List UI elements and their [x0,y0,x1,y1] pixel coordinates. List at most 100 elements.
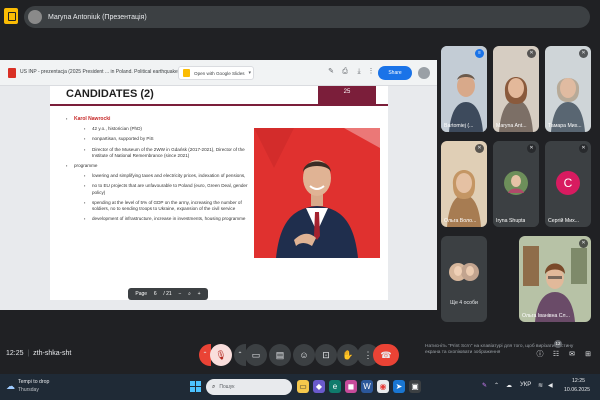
participant-tile[interactable]: ✕ Iryna Shupta [493,141,539,227]
zoom-out-icon[interactable]: − [178,291,181,297]
more-participants-tile[interactable]: Ще 4 особи [441,236,487,322]
search-icon: ⌕ [212,383,216,390]
mic-off-icon: ✕ [475,144,484,153]
speaking-icon: ≡ [475,49,484,58]
weather-title[interactable]: Tempi to drop [18,379,49,385]
participant-tile[interactable]: ✕ Ольга Іванівна Сл... [519,236,591,322]
participant-tile[interactable]: ✕ Ольга Воло... [441,141,487,227]
participant-name: Iryna Shupta [496,218,526,224]
slide-divider [50,104,388,106]
mic-off-icon: ✕ [527,49,536,58]
mic-off-icon: ✕ [579,239,588,248]
language-indicator[interactable]: УКР [520,382,531,388]
emoji-icon: ☺ [299,350,309,360]
pen-icon[interactable]: ✎ [482,382,487,389]
list-item: development of infrastructure, increase … [84,216,256,222]
chevron-down-icon[interactable]: ▾ [248,70,251,76]
participant-name: Сергій Мих... [548,218,580,224]
activities-icon[interactable]: ⊞ [584,351,592,359]
list-item: no to EU projects that are unfavourable … [84,183,256,195]
mic-off-icon: ✕ [579,49,588,58]
participant-video [493,46,539,132]
tray-chevron-icon[interactable]: ⌃ [494,382,499,389]
people-icon[interactable]: ☷ [552,351,560,359]
clock-time[interactable]: 12:25 [572,378,585,384]
slides-icon [183,69,190,77]
presenter-pill[interactable]: Maryna Antoniuk (Презентація) [24,6,590,28]
slide-body: Karol Nawrocki 42 y.o., historician (PhD… [66,116,256,226]
leave-call-button[interactable]: ☎ [373,344,399,366]
slide-title: CANDIDATES (2) [66,88,154,100]
participant-name: Тамара Мих... [548,123,582,129]
presenter-name: Maryna Antoniuk (Презентація) [48,13,147,21]
edge-icon[interactable]: e [329,380,341,393]
store-icon[interactable]: ◼ [345,380,357,393]
clock-date[interactable]: 10.06.2025 [564,387,590,393]
participant-tile[interactable]: C ✕ Сергій Мих... [545,141,591,227]
weather-icon[interactable]: ☁ [6,381,16,391]
meet-screen: Maryna Antoniuk (Презентація) US INP - p… [0,0,600,400]
print-icon[interactable]: ⎙ [341,68,349,76]
participant-video [441,141,487,227]
search-placeholder: Пошук [219,384,235,390]
participant-tile[interactable]: ✕ Maryna Ant... [493,46,539,132]
comment-icon[interactable]: ✎ [327,68,335,76]
participant-avatar [493,141,539,227]
page-label: Page [135,291,148,297]
download-icon[interactable]: ⤓ [355,68,363,76]
word-icon[interactable]: W [361,380,373,393]
participant-count-badge: 12 [554,340,562,348]
slide: CANDIDATES (2) 25 Karol Nawrocki 42 y.o.… [50,86,388,300]
file-explorer-icon[interactable]: ▭ [297,380,309,393]
share-button[interactable]: Share [378,66,412,80]
slide-corner-number: 25 [343,89,351,95]
list-item: nonpartisan, supported by PiS [84,136,256,142]
windows-taskbar: ☁ Tempi to drop Thursday ⌕ Пошук ▭ ◆ e ◼… [0,374,600,400]
captions-button[interactable]: ▤ [269,344,291,366]
page-navigator[interactable]: Page 6 / 21 − ⌕ + [128,288,208,300]
hand-icon: ✋ [342,350,354,360]
more-icon[interactable]: ⋮ [367,68,375,76]
list-item: 42 y.o., historician (PhD) [84,126,256,132]
participant-tile[interactable]: ✕ Тамара Мих... [545,46,591,132]
list-item: spending at the level of 5% of GDP on th… [84,200,256,212]
more-participants-avatars [449,263,479,281]
zoom-in-icon[interactable]: + [198,291,201,297]
windows-start-icon[interactable] [190,381,202,393]
volume-icon[interactable]: ◀ [548,382,553,389]
camera-toggle-button[interactable]: ▭ [245,344,267,366]
page-current[interactable]: 6 [154,291,157,297]
slide-viewport: CANDIDATES (2) 25 Karol Nawrocki 42 y.o.… [0,86,437,310]
page-total: / 21 [163,291,172,297]
copilot-icon[interactable]: ◆ [313,380,325,393]
participant-name: Ольга Воло... [444,218,477,224]
present-button[interactable]: ⊡ [315,344,337,366]
reactions-button[interactable]: ☺ [293,344,315,366]
file-name: US INP - prezentacja (2025 President ...… [20,69,191,75]
info-icon[interactable]: ⓘ [536,351,544,359]
mic-toggle-button[interactable]: 🎙 [210,344,232,366]
cloud-icon[interactable]: ☁ [506,382,512,389]
chat-icon[interactable]: ✉ [568,351,576,359]
open-with-slides-label: Open with Google Slides [194,70,245,76]
account-avatar[interactable] [418,67,430,79]
programme-label: programme [74,163,98,169]
shared-window: US INP - prezentacja (2025 President ...… [0,60,437,310]
participant-name: Ольга Іванівна Сл... [522,313,570,319]
open-with-slides-button[interactable]: Open with Google Slides ▾ [178,66,254,80]
participant-tile[interactable]: ≡ Bartomiej (... [441,46,487,132]
mic-off-icon: ✕ [527,144,536,153]
raise-hand-button[interactable]: ✋ [337,344,359,366]
taskbar-search[interactable]: ⌕ Пошук [206,379,292,395]
telegram-icon[interactable]: ➤ [393,380,405,393]
app-icon[interactable]: ▣ [409,380,421,393]
zoom-icon[interactable]: ⌕ [188,291,191,297]
avatar [28,10,42,24]
chrome-icon[interactable]: ◉ [377,380,389,393]
candidate-name: Karol Nawrocki [74,116,111,122]
mic-off-icon: ✕ [579,144,588,153]
wifi-icon[interactable]: ≋ [538,382,543,389]
pptx-file-icon [8,68,16,78]
participant-name: Maryna Ant... [496,123,527,129]
participant-name: Bartomiej (... [444,123,474,129]
